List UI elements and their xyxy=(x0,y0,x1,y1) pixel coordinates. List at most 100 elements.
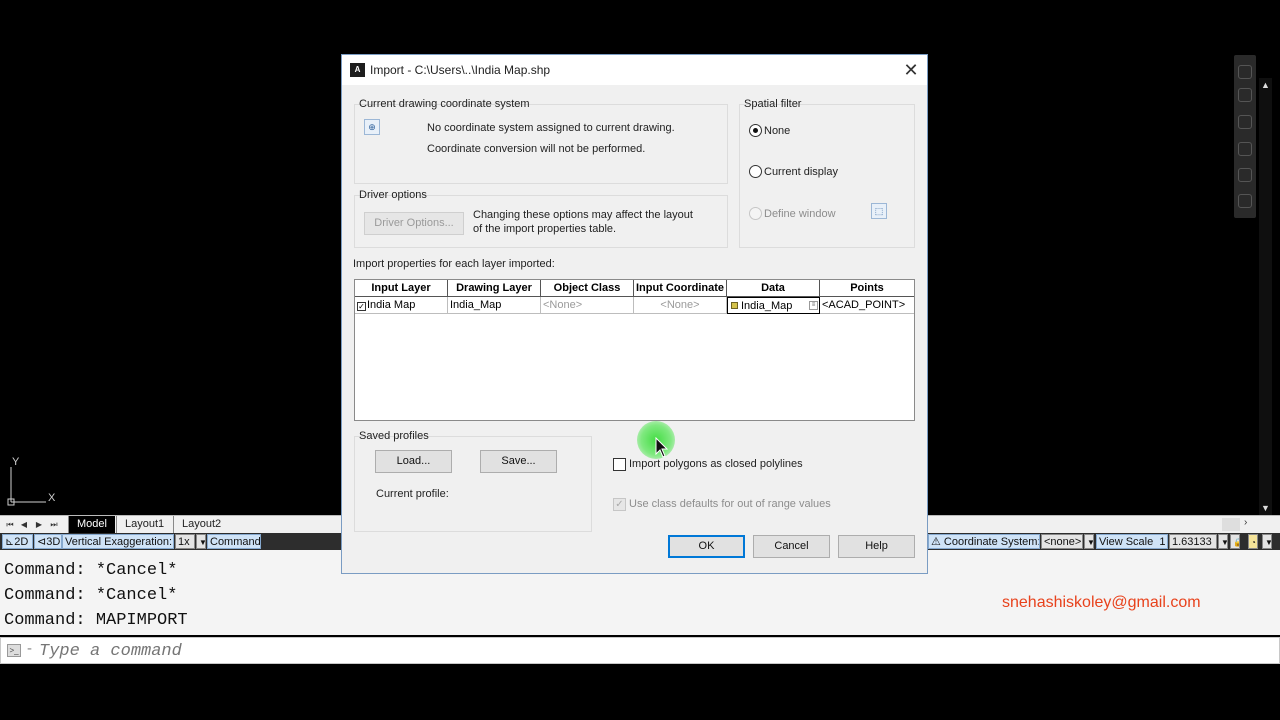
import-properties-label: Import properties for each layer importe… xyxy=(353,258,555,270)
closed-polylines-label[interactable]: Import polygons as closed polylines xyxy=(629,458,803,470)
view-scale-value[interactable]: 1.63133 xyxy=(1169,534,1217,549)
table-cell-object-class[interactable]: <None> xyxy=(541,297,634,314)
column-header[interactable]: Drawing Layer xyxy=(448,280,541,297)
vertical-scrollbar[interactable]: ▲ ▼ xyxy=(1259,78,1272,515)
saved-profiles-label: Saved profiles xyxy=(359,430,429,442)
column-header[interactable]: Input Coordinate xyxy=(634,280,727,297)
ok-button[interactable]: OK xyxy=(668,535,745,558)
command-status[interactable]: Command xyxy=(207,534,261,549)
coordinate-system-icon[interactable]: ⊕ xyxy=(364,119,380,135)
column-header[interactable]: Object Class xyxy=(541,280,634,297)
steering-wheel-icon[interactable] xyxy=(1238,65,1252,79)
coordinate-system-dropdown-icon[interactable]: ▼ xyxy=(1084,534,1094,549)
dialog-titlebar[interactable]: A Import - C:\Users\..\India Map.shp ✕ xyxy=(342,55,927,85)
radio-current-display[interactable] xyxy=(749,165,762,178)
tab-layout2[interactable]: Layout2 xyxy=(173,516,229,533)
annotation-icon[interactable]: ◔ xyxy=(1248,534,1258,549)
watermark-email: snehashiskoley@gmail.com xyxy=(1002,594,1201,611)
ucs-x-label: X xyxy=(48,492,56,504)
coordinate-system-label: ⚠ Coordinate System: xyxy=(928,534,1040,549)
cancel-button[interactable]: Cancel xyxy=(753,535,830,558)
table-cell-points[interactable]: <ACAD_POINT> xyxy=(820,297,914,314)
coordinate-system-line2: Coordinate conversion will not be perfor… xyxy=(427,143,646,155)
radio-none[interactable] xyxy=(749,124,762,137)
horizontal-scrollbar[interactable] xyxy=(1222,518,1240,531)
vertical-exaggeration-label: Vertical Exaggeration: xyxy=(62,534,174,549)
view-scale-dropdown-icon[interactable]: ▼ xyxy=(1218,534,1228,549)
import-dialog: A Import - C:\Users\..\India Map.shp ✕ C… xyxy=(341,54,928,574)
mouse-cursor-icon xyxy=(655,437,669,458)
ucs-icon: Y X xyxy=(7,456,56,506)
import-properties-table[interactable]: Input Layer Drawing Layer Object Class I… xyxy=(354,279,915,421)
navbar-menu-icon[interactable] xyxy=(1238,194,1252,208)
close-icon[interactable]: ✕ xyxy=(897,59,925,81)
help-button[interactable]: Help xyxy=(838,535,915,558)
vertical-exaggeration-value[interactable]: 1x xyxy=(175,534,195,549)
tab-layout1[interactable]: Layout1 xyxy=(116,516,172,533)
command-input[interactable] xyxy=(27,640,1267,662)
pan-icon[interactable] xyxy=(1238,88,1252,102)
define-window-icon[interactable]: ⬚ xyxy=(871,203,887,219)
showmotion-icon[interactable] xyxy=(1238,168,1252,182)
next-tab-icon[interactable]: ▶ xyxy=(33,518,45,531)
zoom-icon[interactable] xyxy=(1238,115,1252,129)
command-prompt-icon[interactable]: >_ xyxy=(7,644,21,657)
view-scale-label: View Scale 1 xyxy=(1096,534,1168,549)
status-menu-icon[interactable]: ▼ xyxy=(1262,534,1272,549)
scroll-up-icon[interactable]: ▲ xyxy=(1259,78,1272,92)
radio-define-window-label: Define window xyxy=(764,208,836,220)
coordinate-system-label-text: Coordinate System: xyxy=(943,536,1040,548)
scroll-down-icon[interactable]: ▼ xyxy=(1259,501,1272,515)
command-history-line: Command: MAPIMPORT xyxy=(4,611,188,630)
command-line: >_ - xyxy=(0,637,1280,664)
column-header[interactable]: Points xyxy=(820,280,914,297)
orbit-icon[interactable] xyxy=(1238,142,1252,156)
coordinate-system-group-label: Current drawing coordinate system xyxy=(359,98,530,110)
radio-current-display-label[interactable]: Current display xyxy=(764,166,838,178)
vertical-exaggeration-dropdown-icon[interactable]: ▼ xyxy=(196,534,206,549)
ucs-y-label: Y xyxy=(12,456,20,468)
table-cell-data[interactable]: India_Map ≡ xyxy=(727,297,820,314)
closed-polylines-checkbox[interactable] xyxy=(613,458,626,471)
column-header[interactable]: Data xyxy=(727,280,820,297)
table-cell-input-coordinate[interactable]: <None> xyxy=(634,297,727,314)
radio-define-window xyxy=(749,207,762,220)
prev-tab-icon[interactable]: ◀ xyxy=(18,518,30,531)
lock-icon[interactable]: 🔒 xyxy=(1230,534,1240,549)
driver-options-label: Driver options xyxy=(359,189,427,201)
column-header[interactable]: Input Layer xyxy=(355,280,448,297)
last-tab-icon[interactable]: ⏭ xyxy=(48,518,60,531)
view-scale-ratio: 1 xyxy=(1159,536,1166,548)
spatial-filter-label: Spatial filter xyxy=(744,98,802,110)
command-history-line: Command: *Cancel* xyxy=(4,586,178,605)
command-history-line: Command: *Cancel* xyxy=(4,561,178,580)
data-value: India_Map xyxy=(741,300,793,312)
view-3d-button[interactable]: ⊲3D xyxy=(34,534,62,549)
view-3d-label: 3D xyxy=(46,536,61,548)
driver-options-note-line1: Changing these options may affect the la… xyxy=(473,209,693,221)
view-2d-button[interactable]: ⊾2D xyxy=(2,534,33,549)
class-defaults-checkbox: ✓ xyxy=(613,498,626,511)
save-button[interactable]: Save... xyxy=(480,450,557,473)
data-browse-icon[interactable]: ≡ xyxy=(809,301,818,310)
dialog-title: Import - C:\Users\..\India Map.shp xyxy=(370,63,551,77)
row-checkbox[interactable]: ✓ xyxy=(357,302,366,311)
driver-options-note-line2: of the import properties table. xyxy=(473,223,617,235)
driver-options-button: Driver Options... xyxy=(364,212,464,235)
view-2d-label: 2D xyxy=(14,536,29,548)
data-table-icon xyxy=(731,302,738,309)
coordinate-system-line1: No coordinate system assigned to current… xyxy=(427,122,675,134)
tab-model[interactable]: Model xyxy=(68,516,115,533)
table-cell-input-layer[interactable]: ✓ India Map xyxy=(355,297,448,314)
first-tab-icon[interactable]: ⏮ xyxy=(4,518,16,531)
current-profile-label: Current profile: xyxy=(376,488,449,500)
app-icon: A xyxy=(350,63,365,77)
navigation-bar[interactable] xyxy=(1234,55,1256,218)
scroll-right-icon[interactable]: › xyxy=(1244,517,1247,528)
radio-none-label[interactable]: None xyxy=(764,125,790,137)
load-button[interactable]: Load... xyxy=(375,450,452,473)
coordinate-system-value[interactable]: <none> xyxy=(1041,534,1083,549)
table-cell-drawing-layer[interactable]: India_Map xyxy=(448,297,541,314)
class-defaults-label: Use class defaults for out of range valu… xyxy=(629,498,831,510)
input-layer-value: India Map xyxy=(367,299,416,311)
